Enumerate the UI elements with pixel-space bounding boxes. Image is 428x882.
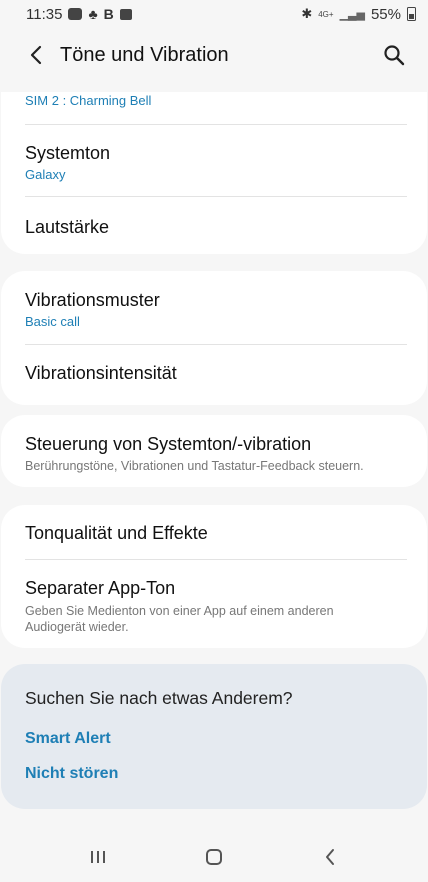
back-button[interactable] — [14, 33, 58, 77]
vibrationsintensitaet-title: Vibrationsintensität — [25, 363, 177, 383]
network-type: 4G+ — [318, 9, 334, 19]
vibrationsintensitaet-item[interactable]: Vibrationsintensität — [25, 362, 407, 384]
separater-description-line1: Geben Sie Medienton von einer App auf ei… — [25, 604, 334, 618]
smart-alert-link[interactable]: Smart Alert — [25, 730, 111, 748]
systemton-item[interactable]: Systemton Galaxy — [25, 142, 407, 184]
recent-apps-icon — [91, 851, 105, 863]
home-button[interactable] — [184, 835, 244, 879]
battery-icon — [407, 7, 416, 21]
navigation-bar — [0, 832, 428, 882]
steuerung-description: Berührungstöne, Vibrationen und Tastatur… — [25, 459, 364, 473]
page-title: Töne und Vibration — [60, 43, 229, 66]
recent-apps-button[interactable] — [68, 835, 128, 879]
divider — [25, 124, 407, 125]
bluetooth-icon: ✱ — [301, 6, 313, 21]
status-time: 11:35 — [26, 5, 63, 23]
status-bar: 11:35 ♣ B ✱ 4G+ ▁▃▅ 55% — [0, 0, 428, 28]
separater-item[interactable]: Separater App-Ton Geben Sie Medienton vo… — [25, 577, 407, 635]
vibrationsmuster-value: Basic call — [25, 314, 80, 329]
status-left: 11:35 ♣ B — [26, 6, 132, 23]
tonqualitaet-item[interactable]: Tonqualität und Effekte — [25, 522, 407, 544]
back-nav-icon — [326, 849, 334, 865]
ringtone-value: SIM 2 : Charming Bell — [25, 93, 152, 108]
card-sounds: SIM 2 : Charming Bell Systemton Galaxy L… — [1, 92, 427, 254]
back-nav-button[interactable] — [300, 835, 360, 879]
b-app-icon: B — [103, 6, 114, 22]
home-icon — [206, 849, 222, 865]
status-right: ✱ 4G+ ▁▃▅ 55% — [301, 6, 416, 23]
divider — [25, 344, 407, 345]
card-vibration: Vibrationsmuster Basic call Vibrationsin… — [1, 271, 427, 405]
card-system-feedback: Steuerung von Systemton/-vibration Berüh… — [1, 415, 427, 487]
back-arrow-icon — [30, 45, 42, 65]
separater-description-line2: Audiogerät wieder. — [25, 620, 129, 634]
suggestions-title: Suchen Sie nach etwas Anderem? — [25, 688, 293, 708]
divider — [25, 559, 407, 560]
card-audio-quality: Tonqualität und Effekte Separater App-To… — [1, 505, 427, 648]
vibrationsmuster-title: Vibrationsmuster — [25, 290, 160, 310]
lautstaerke-title: Lautstärke — [25, 217, 110, 237]
search-button[interactable] — [372, 33, 416, 77]
systemton-title: Systemton — [25, 143, 111, 163]
battery-percent: 55% — [370, 5, 401, 23]
separater-title: Separater App-Ton — [25, 578, 176, 598]
nicht-stoeren-link[interactable]: Nicht stören — [25, 765, 118, 783]
vibrationsmuster-item[interactable]: Vibrationsmuster Basic call — [25, 289, 407, 331]
steuerung-title: Steuerung von Systemton/-vibration — [25, 434, 312, 454]
signal-icon: ▁▃▅ — [339, 8, 365, 21]
search-icon — [384, 45, 405, 66]
systemton-value: Galaxy — [25, 167, 66, 182]
lautstaerke-item[interactable]: Lautstärke — [25, 216, 407, 238]
notification-icon: ♣ — [88, 6, 98, 22]
tonqualitaet-title: Tonqualität und Effekte — [25, 523, 208, 543]
youtube-icon — [68, 8, 83, 20]
image-icon — [119, 8, 132, 20]
app-header: Töne und Vibration — [0, 30, 428, 80]
divider — [25, 196, 407, 197]
ringtone-item[interactable]: SIM 2 : Charming Bell — [25, 92, 407, 110]
steuerung-item[interactable]: Steuerung von Systemton/-vibration Berüh… — [25, 433, 407, 474]
suggestions-card: Suchen Sie nach etwas Anderem? Smart Ale… — [1, 664, 427, 809]
